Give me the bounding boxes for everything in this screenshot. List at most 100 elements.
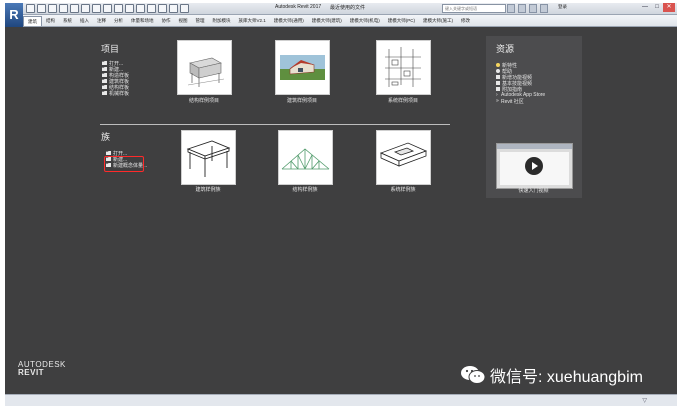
architecture-sample-family[interactable] <box>181 130 236 185</box>
projects-title: 项目 <box>101 44 120 54</box>
tab-insert[interactable]: 插入 <box>76 15 93 26</box>
ribbon-tabs: 建筑 结构 系统 插入 注释 分析 体量和场地 协作 视图 管理 附加模块 族库… <box>23 15 677 27</box>
binoculars-icon[interactable] <box>507 4 515 13</box>
tab-modeling-architecture[interactable]: 建模大师(建筑) <box>308 15 346 26</box>
tab-modify[interactable]: 修改 <box>457 15 474 26</box>
tab-manage[interactable]: 管理 <box>192 15 209 26</box>
3d-view-icon[interactable] <box>125 4 134 13</box>
communication-icon[interactable] <box>529 4 537 13</box>
folder-icon <box>102 61 107 65</box>
revit-community-link[interactable]: » Revit 社区 <box>496 98 545 105</box>
thin-lines-icon[interactable] <box>147 4 156 13</box>
section-divider <box>100 124 450 125</box>
tab-addins[interactable]: 附加模块 <box>209 15 235 26</box>
close-hidden-icon[interactable] <box>158 4 167 13</box>
tab-modeling-general[interactable]: 建模大师(通用) <box>270 15 308 26</box>
guide-icon <box>496 87 500 91</box>
tab-modeling-mep[interactable]: 建模大师(机电) <box>346 15 384 26</box>
wechat-icon <box>461 366 486 384</box>
resources-title: 资源 <box>496 44 515 54</box>
redo-icon[interactable] <box>59 4 68 13</box>
systems-sample-family[interactable] <box>376 130 431 185</box>
tab-systems[interactable]: 系统 <box>59 15 76 26</box>
structure-sample-project[interactable] <box>177 40 232 95</box>
revit-window: Autodesk Revit 2017 最近使用的文件 键入关键字或短语 登录 … <box>5 3 677 406</box>
screenshot-frame: Autodesk Revit 2017 最近使用的文件 键入关键字或短语 登录 … <box>0 0 684 410</box>
autodesk-revit-logo: AUTODESK REVIT <box>18 360 66 377</box>
undo-icon[interactable] <box>48 4 57 13</box>
structure-family-caption: 结构样例族 <box>292 187 318 193</box>
tab-structure[interactable]: 结构 <box>42 15 59 26</box>
wechat-watermark: 微信号: xuehuangbim <box>460 363 643 387</box>
switch-windows-icon[interactable] <box>169 4 178 13</box>
systems-sample-caption: 系统样例项目 <box>387 98 418 104</box>
tab-modeling-pc[interactable]: 建模大师(PC) <box>384 15 419 26</box>
window-title: Autodesk Revit 2017 <box>275 4 322 10</box>
architecture-sample-project[interactable] <box>275 40 330 95</box>
tab-analyze[interactable]: 分析 <box>110 15 127 26</box>
tag-icon[interactable] <box>103 4 112 13</box>
truss-icon <box>281 148 330 170</box>
folder-icon <box>102 91 107 95</box>
window-controls: — □ ✕ <box>639 3 675 12</box>
systems-family-caption: 系统样例族 <box>390 187 416 193</box>
maximize-button[interactable]: □ <box>651 3 663 12</box>
dimension-icon[interactable] <box>92 4 101 13</box>
new-family-highlight <box>104 156 144 172</box>
subscription-icon[interactable] <box>518 4 526 13</box>
status-bar: ▽ <box>5 394 677 406</box>
architecture-family-caption: 建筑样例族 <box>195 187 221 193</box>
architecture-house-icon <box>280 55 325 80</box>
video-toolbar <box>497 144 572 149</box>
duct-icon <box>379 142 428 167</box>
close-button[interactable]: ✕ <box>663 3 675 12</box>
tab-collaborate[interactable]: 协作 <box>158 15 175 26</box>
save-icon[interactable] <box>37 4 46 13</box>
measure-icon[interactable] <box>81 4 90 13</box>
tab-architecture[interactable]: 建筑 <box>23 16 42 26</box>
projects-links: 打开... 新建... 构造样板 建筑样板 结构样板 机械样板 <box>102 60 129 97</box>
folder-icon <box>102 79 107 83</box>
structure-sample-family[interactable] <box>278 130 333 185</box>
tab-annotate[interactable]: 注释 <box>93 15 110 26</box>
tab-massing-site[interactable]: 体量和场地 <box>127 15 158 26</box>
architecture-sample-caption: 建筑样例项目 <box>286 98 317 104</box>
print-icon[interactable] <box>70 4 79 13</box>
tab-modeling-construction[interactable]: 建模大师(施工) <box>419 15 457 26</box>
table-icon <box>186 140 231 177</box>
families-title: 族 <box>101 132 111 142</box>
favorites-icon[interactable] <box>540 4 548 13</box>
tab-view[interactable]: 视图 <box>175 15 192 26</box>
minimize-button[interactable]: — <box>639 3 651 12</box>
quick-access-toolbar <box>26 4 189 13</box>
systems-sample-project[interactable] <box>376 40 431 95</box>
wechat-id: 微信号: xuehuangbim <box>490 369 643 386</box>
folder-icon <box>102 67 107 71</box>
quick-start-video[interactable] <box>496 143 573 189</box>
text-icon[interactable] <box>114 4 123 13</box>
document-title: 最近使用的文件 <box>330 5 366 11</box>
structure-house-icon <box>187 57 225 87</box>
title-bar: Autodesk Revit 2017 最近使用的文件 键入关键字或短语 登录 … <box>5 3 677 15</box>
play-icon[interactable] <box>525 157 543 175</box>
structure-sample-caption: 结构样例项目 <box>188 98 219 104</box>
application-menu-button[interactable]: R <box>5 3 23 27</box>
open-icon[interactable] <box>26 4 35 13</box>
search-input[interactable]: 键入关键字或短语 <box>442 4 506 13</box>
quick-start-video-caption: 快速入门视频 <box>518 188 549 194</box>
video-icon <box>496 75 500 79</box>
folder-icon <box>106 151 111 155</box>
mep-system-icon <box>385 47 421 87</box>
folder-icon <box>102 85 107 89</box>
tab-family-library[interactable]: 族库大师V2.1 <box>235 15 270 26</box>
sign-in-button[interactable]: 登录 <box>558 4 567 10</box>
infocenter-icons <box>507 4 548 13</box>
section-icon[interactable] <box>136 4 145 13</box>
filter-icon[interactable]: ▽ <box>642 397 647 404</box>
folder-icon <box>102 73 107 77</box>
dropdown-icon[interactable] <box>180 4 189 13</box>
resources-links: 新特性 帮助 新增功能视频 基本技能视频 附加指南 › Autodesk App … <box>496 62 545 105</box>
video-icon <box>496 81 500 85</box>
mechanical-template-link[interactable]: 机械样板 <box>102 90 129 97</box>
help-icon <box>496 69 500 73</box>
